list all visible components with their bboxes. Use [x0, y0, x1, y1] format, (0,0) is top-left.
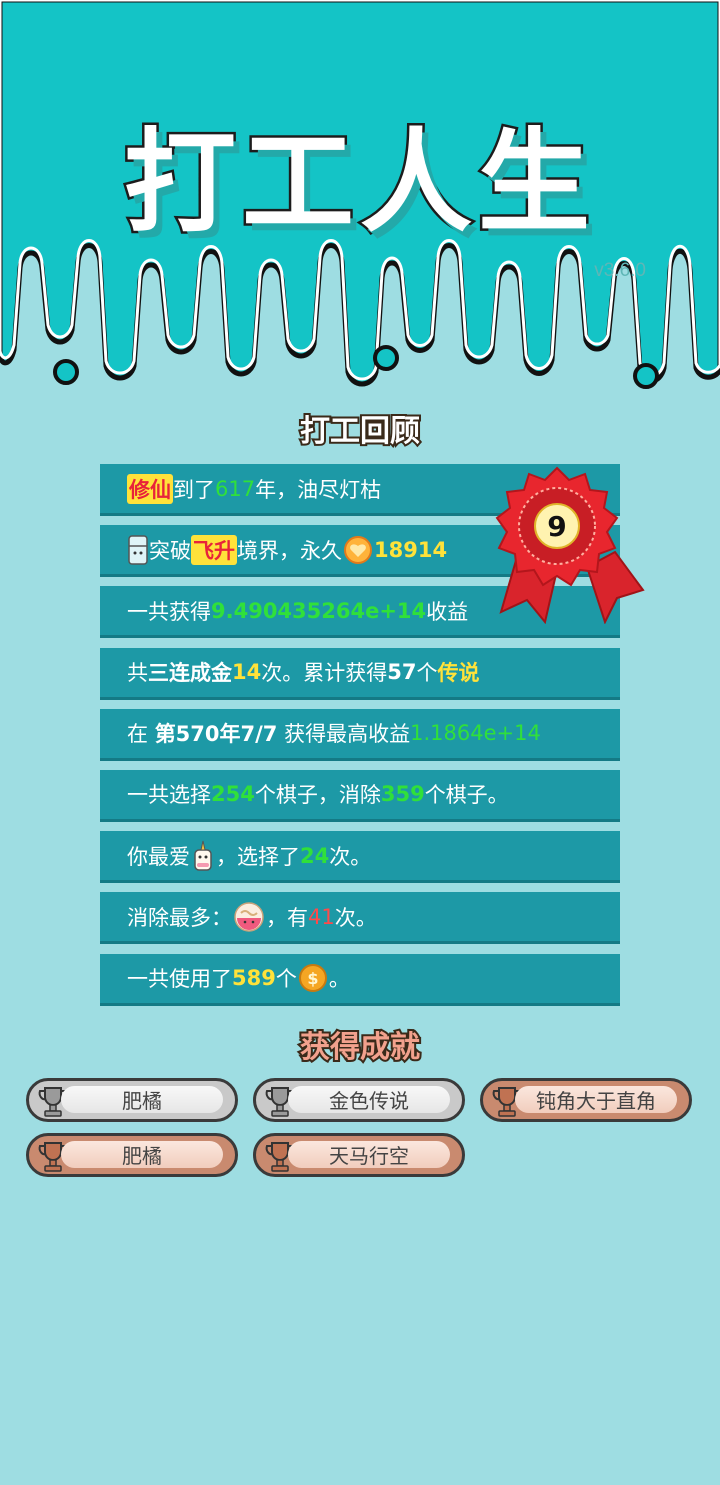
rank-value: 9	[547, 510, 566, 543]
coins-used: 589	[232, 966, 276, 990]
favorite-times: 24	[300, 843, 330, 868]
achievement-label: 钝角大于直角	[515, 1086, 677, 1113]
max-income-value: 1.1864e+14	[410, 721, 541, 746]
achievement-label: 天马行空	[288, 1141, 450, 1168]
review-title: 打工回顾	[298, 412, 422, 451]
ribbon-rosette-icon: 9	[495, 466, 645, 624]
review-row-pieces: 一共选择 254 个棋子，消除 359 个棋子。	[100, 769, 620, 822]
combo-label: 三连成金	[148, 661, 232, 686]
achievement-label: 肥橘	[61, 1141, 223, 1168]
legend-count: 57	[387, 660, 417, 685]
version-label: v3.6.0	[594, 260, 646, 281]
hearts-value: 18914	[374, 537, 448, 562]
chosen-count: 254	[211, 782, 255, 807]
realm-label: 修仙	[127, 473, 173, 504]
max-income-date: 第570年7/7	[154, 722, 278, 747]
unicorn-piece-icon	[194, 840, 212, 871]
gold-coin-icon: $	[298, 964, 327, 992]
stage-label: 飞升	[191, 534, 237, 565]
svg-text:$: $	[307, 969, 318, 988]
review-row-most-removed: 消除最多： ，有 41 次。	[100, 892, 620, 945]
review-row-coins: 一共使用了 589 个 $ 。	[100, 953, 620, 1006]
review-row-combo: 共 三连成金 14 次。累计获得 57 个 传说	[100, 647, 620, 700]
legend-label: 传说	[437, 661, 480, 686]
heart-coin-icon	[344, 535, 372, 564]
achievement-badge[interactable]: 金色传说	[253, 1078, 465, 1122]
achievements-title: 获得成就	[298, 1028, 422, 1067]
achievement-badge[interactable]: 天马行空	[253, 1133, 465, 1177]
achievement-badge[interactable]: 肥橘	[26, 1133, 238, 1177]
total-income-value: 9.490435264e+14	[211, 598, 427, 623]
achievement-label: 金色传说	[288, 1086, 450, 1113]
achievement-badge[interactable]: 肥橘	[26, 1078, 238, 1122]
fridge-spirit-icon	[128, 534, 148, 565]
most-removed-times: 41	[308, 904, 335, 929]
review-row-favorite: 你最爱 ，选择了 24 次。	[100, 831, 620, 884]
combo-count: 14	[232, 660, 262, 685]
years-value: 617	[215, 476, 256, 501]
achievement-badge[interactable]: 钝角大于直角	[480, 1078, 692, 1122]
review-row-max-income: 在 第570年7/7 获得最高收益 1.1864e+14	[100, 708, 620, 761]
noodle-bowl-icon	[234, 902, 264, 932]
removed-count: 359	[380, 782, 425, 807]
achievement-label: 肥橘	[61, 1086, 223, 1113]
game-title: 打工人生	[122, 116, 596, 251]
